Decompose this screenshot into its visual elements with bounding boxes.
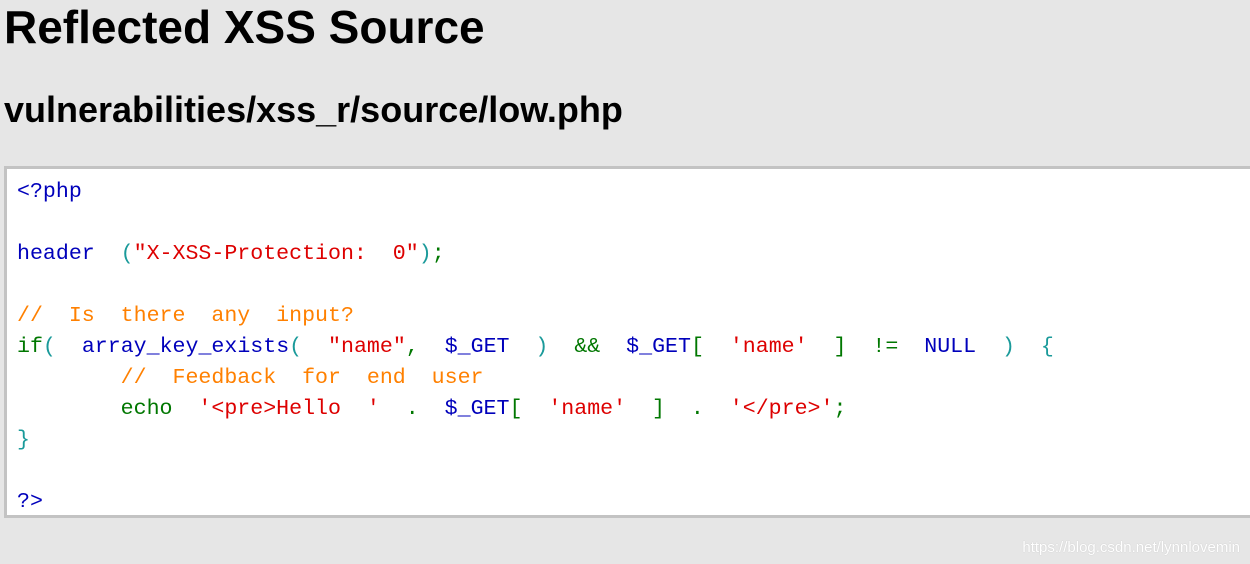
code-token: ) [418, 242, 432, 266]
code-token: // Is there any input? [17, 304, 354, 328]
code-line: } [17, 425, 1250, 456]
code-token: ( [289, 335, 329, 359]
code-token: [ [509, 397, 549, 421]
watermark: https://blog.csdn.net/lynnlovemin [1022, 539, 1240, 556]
code-token: && [574, 335, 627, 359]
code-token: $_GET [626, 335, 691, 359]
source-code-box: <?php header ("X-XSS-Protection: 0"); //… [4, 166, 1250, 518]
code-token: ] != [833, 335, 925, 359]
source-code: <?php header ("X-XSS-Protection: 0"); //… [17, 177, 1250, 518]
code-token: . [405, 397, 445, 421]
code-line: ?> [17, 487, 1250, 518]
code-token: ( [120, 242, 134, 266]
code-line: // Feedback for end user [17, 363, 1250, 394]
code-token: } [17, 428, 30, 452]
page-title: Reflected XSS Source [4, 1, 485, 53]
code-line: // Is there any input? [17, 301, 1250, 332]
code-token: $_GET [444, 397, 510, 421]
source-file-path: vulnerabilities/xss_r/source/low.php [4, 89, 623, 130]
code-token: ; [431, 242, 445, 266]
code-token: if [17, 335, 43, 359]
code-token: ; [833, 397, 847, 421]
code-token: ( [42, 335, 82, 359]
code-line: echo '<pre>Hello ' . $_GET[ 'name' ] . '… [17, 394, 1250, 425]
code-token: , [405, 335, 445, 359]
code-token: array_key_exists [81, 335, 290, 359]
code-token: '</pre>' [729, 397, 834, 421]
code-token: "name" [328, 335, 406, 359]
code-token: header [17, 242, 121, 266]
code-token: ) { [1002, 335, 1054, 359]
code-token: 'name' [729, 335, 834, 359]
code-token: echo [17, 397, 199, 421]
code-token: <?php [17, 180, 82, 204]
code-line: if( array_key_exists( "name", $_GET ) &&… [17, 332, 1250, 363]
code-token: ?> [17, 490, 43, 514]
code-token: // Feedback for end user [17, 366, 484, 390]
code-token: 'name' [548, 397, 653, 421]
code-line: <?php [17, 177, 1250, 208]
code-token: $_GET [444, 335, 536, 359]
code-token: "X-XSS-Protection: 0" [133, 242, 419, 266]
code-token: [ [690, 335, 730, 359]
code-line: header ("X-XSS-Protection: 0"); [17, 239, 1250, 270]
code-token: '<pre>Hello ' [198, 397, 406, 421]
code-token: ] . [652, 397, 730, 421]
code-token: ) [535, 335, 575, 359]
code-token: NULL [924, 335, 1002, 359]
